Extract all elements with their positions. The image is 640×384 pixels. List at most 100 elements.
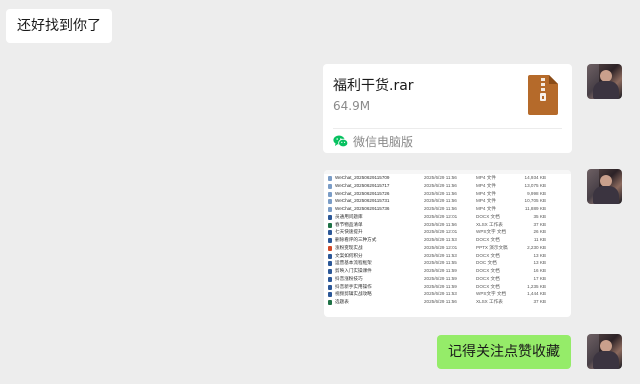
screenshot-file-date: 2025/6/29 11:53 bbox=[424, 291, 457, 297]
screenshot-file-type: DOCX 文档 bbox=[476, 237, 500, 242]
screenshot-file-name: 运营基本流程框架 bbox=[335, 260, 372, 266]
screenshot-file-type: WPS文字 文档 bbox=[476, 291, 507, 297]
screenshot-file-size: 11 KB bbox=[533, 237, 546, 242]
screenshot-file-date: 2025/6/29 11:56 bbox=[424, 190, 457, 196]
document-icon bbox=[328, 292, 332, 298]
document-icon bbox=[328, 230, 332, 236]
screenshot-file-name: 抖音涨粉技巧 bbox=[335, 275, 363, 281]
screenshot-file-row: 删除看评的三种方式 2025/6/29 11:53 DOCX 文档 11 KB bbox=[326, 237, 571, 244]
document-icon bbox=[328, 261, 332, 267]
screenshot-image-message[interactable]: WeChat_20250629115709 2025/6/29 11:56 MP4 … bbox=[324, 170, 571, 317]
screenshot-file-name: 涨粉变现实战 bbox=[335, 244, 363, 250]
file-name: 福利干货.rar bbox=[333, 78, 414, 94]
screenshot-file-size: 35 KB bbox=[533, 213, 546, 219]
screenshot-file-type: PPTX 演示文稿 bbox=[476, 244, 508, 250]
screenshot-file-size: 16 KB bbox=[533, 268, 546, 273]
screenshot-file-date: 2025/6/29 11:53 bbox=[424, 237, 457, 242]
screenshot-file-date: 2025/6/29 12:01 bbox=[424, 213, 458, 219]
document-icon bbox=[328, 238, 332, 243]
screenshot-file-row: 视频剪辑实战攻略 2025/6/29 11:53 WPS文字 文档 1,444 KB bbox=[326, 291, 571, 298]
screenshot-file-date: 2025/6/29 11:56 bbox=[424, 299, 457, 304]
screenshot-file-row: 涨粉变现实战 2025/6/29 12:01 PPTX 演示文稿 2,230 KB bbox=[326, 245, 571, 252]
screenshot-file-type: MP4 文件 bbox=[476, 182, 496, 188]
screenshot-file-name: WeChat_20250629115731 bbox=[335, 198, 390, 204]
document-icon bbox=[328, 222, 332, 228]
screenshot-file-size: 9,998 KB bbox=[527, 190, 546, 196]
document-icon bbox=[328, 253, 332, 259]
screenshot-file-date: 2025/6/29 12:01 bbox=[424, 244, 458, 250]
screenshot-file-size: 14,934 KB bbox=[524, 175, 546, 180]
screenshot-file-name: 视频剪辑实战攻略 bbox=[335, 291, 372, 297]
screenshot-file-type: XLSX 工作表 bbox=[476, 299, 503, 304]
screenshot-file-size: 1,444 KB bbox=[527, 291, 546, 297]
document-icon bbox=[328, 207, 332, 212]
screenshot-file-type: XLSX 工作表 bbox=[476, 221, 503, 227]
screenshot-file-size: 17 KB bbox=[533, 275, 546, 281]
screenshot-file-size: 2,230 KB bbox=[527, 244, 546, 250]
screenshot-file-size: 37 KB bbox=[533, 299, 546, 304]
screenshot-file-type: MP4 文件 bbox=[476, 198, 496, 204]
screenshot-file-row: 春节物品清单 2025/6/29 11:56 XLSX 工作表 37 KB bbox=[326, 222, 571, 229]
avatar[interactable] bbox=[587, 334, 622, 369]
file-source-label: 微信电脑版 bbox=[353, 134, 414, 149]
document-icon bbox=[328, 245, 332, 251]
screenshot-file-row: 员通用问题库 2025/6/29 12:01 DOCX 文档 35 KB bbox=[326, 214, 571, 221]
screenshot-file-date: 2025/6/29 11:59 bbox=[424, 268, 457, 273]
screenshot-file-size: 37 KB bbox=[533, 221, 546, 227]
screenshot-file-type: MP4 文件 bbox=[476, 175, 496, 180]
screenshot-header-strip bbox=[324, 170, 571, 174]
screenshot-file-size: 1,235 KB bbox=[527, 283, 546, 289]
screenshot-file-size: 11,889 KB bbox=[524, 206, 546, 211]
screenshot-file-type: DOCX 文档 bbox=[476, 283, 500, 289]
document-icon bbox=[328, 214, 332, 220]
incoming-message-text: 还好找到你了 bbox=[17, 18, 101, 34]
screenshot-file-type: DOCX 文档 bbox=[476, 252, 500, 258]
screenshot-file-type: DOCX 文档 bbox=[476, 275, 500, 281]
screenshot-file-date: 2025/6/29 11:56 bbox=[424, 182, 457, 188]
screenshot-file-date: 2025/6/29 11:56 bbox=[424, 175, 457, 180]
screenshot-file-row: 文案如何积分 2025/6/29 11:53 DOCX 文档 13 KB bbox=[326, 253, 571, 260]
screenshot-file-name: WeChat_20250629115717 bbox=[335, 182, 390, 188]
file-message-card[interactable]: 福利干货.rar 64.9M 微信电脑版 bbox=[323, 64, 572, 153]
screenshot-file-name: 删除看评的三种方式 bbox=[335, 237, 377, 242]
document-icon bbox=[328, 269, 332, 274]
document-icon bbox=[328, 276, 332, 282]
screenshot-file-type: MP4 文件 bbox=[476, 206, 496, 211]
screenshot-file-name: 抖音新手实用操作 bbox=[335, 283, 372, 289]
screenshot-file-name: WeChat_20250629115726 bbox=[335, 190, 390, 196]
avatar[interactable] bbox=[587, 169, 622, 204]
screenshot-file-row: WeChat_20250629115717 2025/6/29 11:56 MP4 … bbox=[326, 183, 571, 190]
screenshot-file-row: 七天快速提升 2025/6/29 12:01 WPS文字 文档 26 KB bbox=[326, 229, 571, 236]
screenshot-file-name: WeChat_20250629115736 bbox=[335, 206, 390, 211]
file-source: 微信电脑版 bbox=[333, 133, 413, 149]
screenshot-file-type: DOCX 文档 bbox=[476, 268, 500, 273]
screenshot-file-row: 抖音涨粉技巧 2025/6/29 11:59 DOCX 文档 17 KB bbox=[326, 276, 571, 283]
screenshot-file-row: 剪映入门实操课件 2025/6/29 11:59 DOCX 文档 16 KB bbox=[326, 268, 571, 275]
screenshot-file-row: WeChat_20250629115736 2025/6/29 11:56 MP4 … bbox=[326, 206, 571, 213]
screenshot-file-date: 2025/6/29 11:59 bbox=[424, 275, 457, 281]
screenshot-file-row: WeChat_20250629115731 2025/6/29 11:56 MP4 … bbox=[326, 198, 571, 205]
chat-window: 还好找到你了 福利干货.rar 64.9M 微信电脑版 WeChat_20250… bbox=[0, 0, 640, 384]
wechat-icon bbox=[333, 135, 348, 147]
screenshot-file-date: 2025/6/29 11:56 bbox=[424, 221, 457, 227]
screenshot-file-name: 员通用问题库 bbox=[335, 213, 363, 219]
screenshot-file-date: 2025/6/29 11:56 bbox=[424, 206, 457, 211]
screenshot-file-type: WPS文字 文档 bbox=[476, 229, 507, 235]
incoming-message-bubble[interactable]: 还好找到你了 bbox=[6, 9, 112, 43]
screenshot-file-row: 抖音新手实用操作 2025/6/29 11:59 DOCX 文档 1,235 KB bbox=[326, 284, 571, 291]
screenshot-file-row: 运营基本流程框架 2025/6/29 11:55 DOC 文档 13 KB bbox=[326, 260, 571, 267]
screenshot-file-size: 26 KB bbox=[533, 229, 546, 235]
outgoing-message-bubble[interactable]: 记得关注点赞收藏 bbox=[437, 335, 571, 369]
screenshot-file-name: WeChat_20250629115709 bbox=[335, 175, 390, 180]
file-divider bbox=[333, 128, 562, 129]
file-size: 64.9M bbox=[333, 99, 371, 113]
screenshot-file-date: 2025/6/29 11:55 bbox=[424, 260, 457, 266]
screenshot-file-type: DOCX 文档 bbox=[476, 213, 500, 219]
avatar[interactable] bbox=[587, 64, 622, 99]
screenshot-file-size: 13 KB bbox=[533, 260, 546, 266]
screenshot-file-name: 七天快速提升 bbox=[335, 229, 363, 235]
document-icon bbox=[328, 199, 332, 205]
screenshot-file-row: 选题表 2025/6/29 11:56 XLSX 工作表 37 KB bbox=[326, 299, 571, 306]
screenshot-file-size: 13,075 KB bbox=[524, 182, 546, 188]
document-icon bbox=[328, 176, 332, 181]
